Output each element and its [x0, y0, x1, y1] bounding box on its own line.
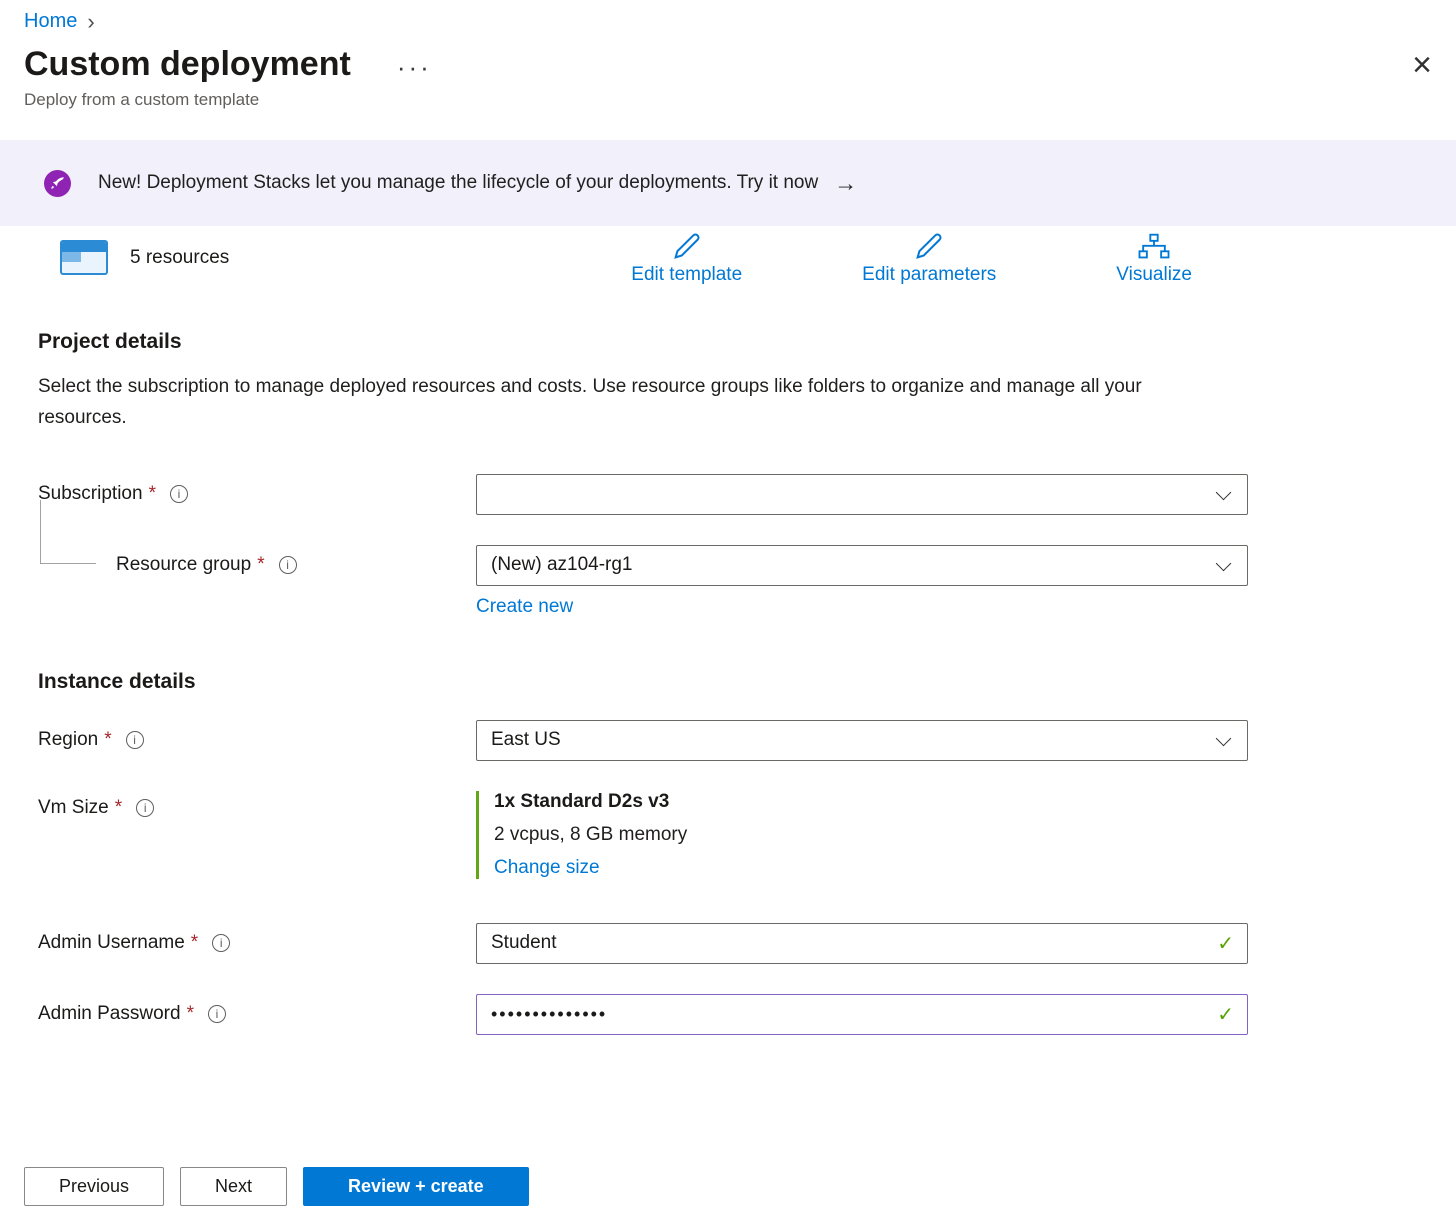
vm-size-row: Vm Size * i 1x Standard D2s v3 2 vcpus, … — [0, 791, 1456, 879]
page-title: Custom deployment — [24, 45, 351, 84]
chevron-down-icon — [1216, 484, 1232, 500]
region-label-group: Region * i — [24, 720, 476, 761]
vm-size-selection: 1x Standard D2s v3 2 vcpus, 8 GB memory … — [476, 791, 1248, 879]
region-label: Region — [38, 729, 98, 751]
subscription-dropdown[interactable] — [476, 474, 1248, 515]
review-create-button[interactable]: Review + create — [303, 1167, 529, 1206]
project-details-heading: Project details — [38, 330, 1456, 354]
resource-group-value: (New) az104-rg1 — [491, 554, 633, 576]
visualize-label: Visualize — [1116, 264, 1192, 286]
more-icon[interactable]: ··· — [397, 52, 432, 83]
page-header: Custom deployment ··· × — [0, 33, 1456, 84]
checkmark-icon: ✓ — [1217, 931, 1234, 956]
admin-username-label: Admin Username — [38, 932, 185, 954]
required-mark: * — [191, 932, 198, 954]
chevron-right-icon: › — [87, 11, 94, 33]
admin-password-field: ✓ — [476, 994, 1248, 1035]
vm-size-title: 1x Standard D2s v3 — [494, 791, 1248, 813]
resource-group-dropdown[interactable]: (New) az104-rg1 — [476, 545, 1248, 586]
breadcrumb: Home › — [0, 0, 1456, 33]
wizard-footer: Previous Next Review + create — [24, 1167, 529, 1206]
region-row: Region * i East US — [0, 720, 1456, 761]
deployment-stacks-banner[interactable]: New! Deployment Stacks let you manage th… — [0, 140, 1456, 226]
admin-username-input[interactable] — [476, 923, 1248, 964]
edit-parameters-label: Edit parameters — [862, 264, 996, 286]
pencil-icon — [913, 228, 945, 262]
template-summary: 5 resources — [60, 240, 229, 275]
create-new-link[interactable]: Create new — [476, 596, 573, 618]
edit-parameters-button[interactable]: Edit parameters — [862, 228, 996, 286]
info-icon[interactable]: i — [126, 731, 144, 749]
change-size-link[interactable]: Change size — [494, 857, 600, 879]
resource-group-row: Resource group * i (New) az104-rg1 Creat… — [0, 545, 1456, 618]
admin-username-row: Admin Username * i ✓ — [0, 923, 1456, 964]
custom-deployment-page: Home › Custom deployment ··· × Deploy fr… — [0, 0, 1456, 1219]
admin-password-label-group: Admin Password * i — [24, 994, 476, 1035]
required-mark: * — [149, 483, 156, 505]
admin-password-input[interactable] — [476, 994, 1248, 1035]
vm-size-control: 1x Standard D2s v3 2 vcpus, 8 GB memory … — [476, 791, 1248, 879]
banner-text: New! Deployment Stacks let you manage th… — [98, 172, 818, 194]
visualize-icon — [1138, 228, 1170, 262]
pencil-icon — [671, 228, 703, 262]
close-icon[interactable]: × — [1412, 48, 1432, 82]
required-mark: * — [187, 1003, 194, 1025]
project-details-form: Subscription * i Resource group * i (New… — [0, 474, 1456, 618]
vm-size-label: Vm Size — [38, 797, 109, 819]
visualize-button[interactable]: Visualize — [1116, 228, 1192, 286]
instance-details-form: Region * i East US Vm Size * i 1x Standa… — [0, 720, 1456, 1035]
vm-size-detail: 2 vcpus, 8 GB memory — [494, 824, 1248, 846]
admin-password-row: Admin Password * i ✓ — [0, 994, 1456, 1035]
admin-username-label-group: Admin Username * i — [24, 923, 476, 964]
admin-password-control: ✓ — [476, 994, 1248, 1035]
template-actions: Edit template Edit parameters Visua — [631, 228, 1192, 286]
subscription-control — [476, 474, 1248, 515]
chevron-down-icon — [1216, 555, 1232, 571]
info-icon[interactable]: i — [136, 799, 154, 817]
rocket-icon — [44, 170, 71, 197]
admin-username-field: ✓ — [476, 923, 1248, 964]
admin-username-control: ✓ — [476, 923, 1248, 964]
breadcrumb-home-link[interactable]: Home — [24, 10, 77, 33]
template-bar: 5 resources Edit template Edit parameter… — [0, 228, 1456, 286]
template-icon — [60, 240, 108, 275]
resource-group-control: (New) az104-rg1 Create new — [476, 545, 1248, 618]
required-mark: * — [104, 729, 111, 751]
region-value: East US — [491, 729, 561, 751]
project-details-description: Select the subscription to manage deploy… — [38, 372, 1203, 434]
page-subtitle: Deploy from a custom template — [0, 84, 1456, 110]
instance-details-heading: Instance details — [38, 670, 1456, 694]
previous-button[interactable]: Previous — [24, 1167, 164, 1206]
resource-group-label: Resource group — [116, 554, 251, 576]
edit-template-button[interactable]: Edit template — [631, 228, 742, 286]
info-icon[interactable]: i — [208, 1005, 226, 1023]
arrow-right-icon: → — [834, 170, 857, 197]
required-mark: * — [257, 554, 264, 576]
chevron-down-icon — [1216, 730, 1232, 746]
resource-count: 5 resources — [130, 247, 229, 269]
admin-password-label: Admin Password — [38, 1003, 181, 1025]
hierarchy-connector — [40, 500, 96, 564]
checkmark-icon: ✓ — [1217, 1002, 1234, 1027]
edit-template-label: Edit template — [631, 264, 742, 286]
subscription-row: Subscription * i — [0, 474, 1456, 515]
region-dropdown[interactable]: East US — [476, 720, 1248, 761]
info-icon[interactable]: i — [212, 934, 230, 952]
next-button[interactable]: Next — [180, 1167, 287, 1206]
vm-size-label-group: Vm Size * i — [24, 797, 476, 819]
region-control: East US — [476, 720, 1248, 761]
required-mark: * — [115, 797, 122, 819]
info-icon[interactable]: i — [279, 556, 297, 574]
info-icon[interactable]: i — [170, 485, 188, 503]
